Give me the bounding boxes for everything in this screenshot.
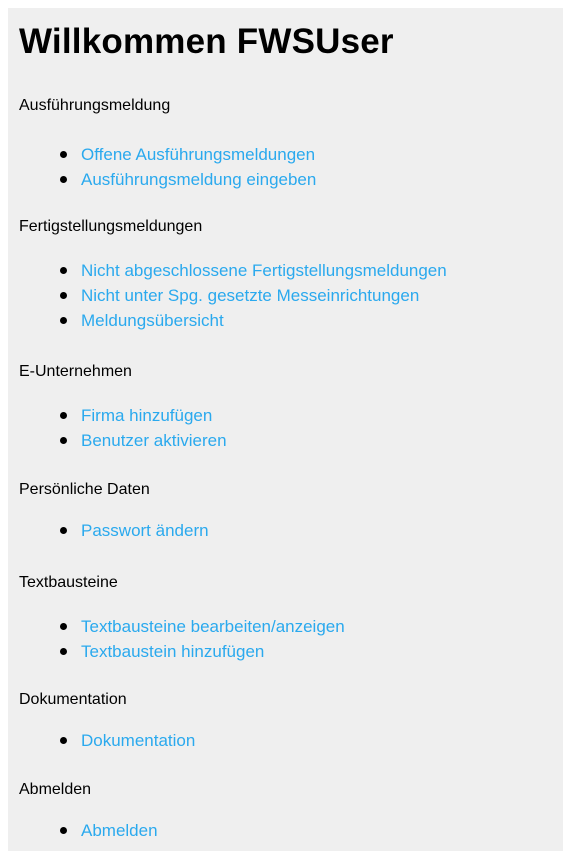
bullet-icon: [60, 151, 67, 158]
link-dokumentation[interactable]: Dokumentation: [81, 728, 195, 753]
bullet-icon: [60, 437, 67, 444]
section-heading: Fertigstellungsmeldungen: [19, 218, 203, 235]
section-heading: Persönliche Daten: [19, 481, 150, 498]
section-heading: E-Unternehmen: [19, 363, 132, 380]
bullet-icon: [60, 623, 67, 630]
link-passwort-aendern[interactable]: Passwort ändern: [81, 518, 209, 543]
bullet-icon: [60, 827, 67, 834]
bullet-icon: [60, 527, 67, 534]
section-heading: Abmelden: [19, 781, 92, 798]
link-textbausteine-bearbeiten-anzeigen[interactable]: Textbausteine bearbeiten/anzeigen: [81, 614, 345, 639]
link-nicht-abgeschlossene-fertigstellungsmeldungen[interactable]: Nicht abgeschlossene Fertigstellungsmeld…: [81, 258, 447, 283]
main-panel: Willkommen FWSUser Ausführungsmeldung Of…: [8, 8, 563, 851]
bullet-icon: [60, 292, 67, 299]
bullet-icon: [60, 648, 67, 655]
section-heading: Ausführungsmeldung: [19, 97, 171, 114]
link-nicht-unter-spg-gesetzte-messeinrichtungen[interactable]: Nicht unter Spg. gesetzte Messeinrichtun…: [81, 283, 419, 308]
bullet-icon: [60, 176, 67, 183]
bullet-icon: [60, 412, 67, 419]
link-offene-ausfuehrungsmeldungen[interactable]: Offene Ausführungsmeldungen: [81, 142, 315, 167]
link-abmelden[interactable]: Abmelden: [81, 818, 158, 843]
link-firma-hinzufuegen[interactable]: Firma hinzufügen: [81, 403, 212, 428]
bullet-icon: [60, 737, 67, 744]
page-title: Willkommen FWSUser: [19, 22, 394, 61]
link-meldungsuebersicht[interactable]: Meldungsübersicht: [81, 308, 224, 333]
bullet-icon: [60, 317, 67, 324]
link-textbaustein-hinzufuegen[interactable]: Textbaustein hinzufügen: [81, 639, 264, 664]
link-benutzer-aktivieren[interactable]: Benutzer aktivieren: [81, 428, 227, 453]
section-heading: Textbausteine: [19, 574, 118, 591]
link-ausfuehrungsmeldung-eingeben[interactable]: Ausführungsmeldung eingeben: [81, 167, 316, 192]
section-heading: Dokumentation: [19, 691, 127, 708]
bullet-icon: [60, 267, 67, 274]
